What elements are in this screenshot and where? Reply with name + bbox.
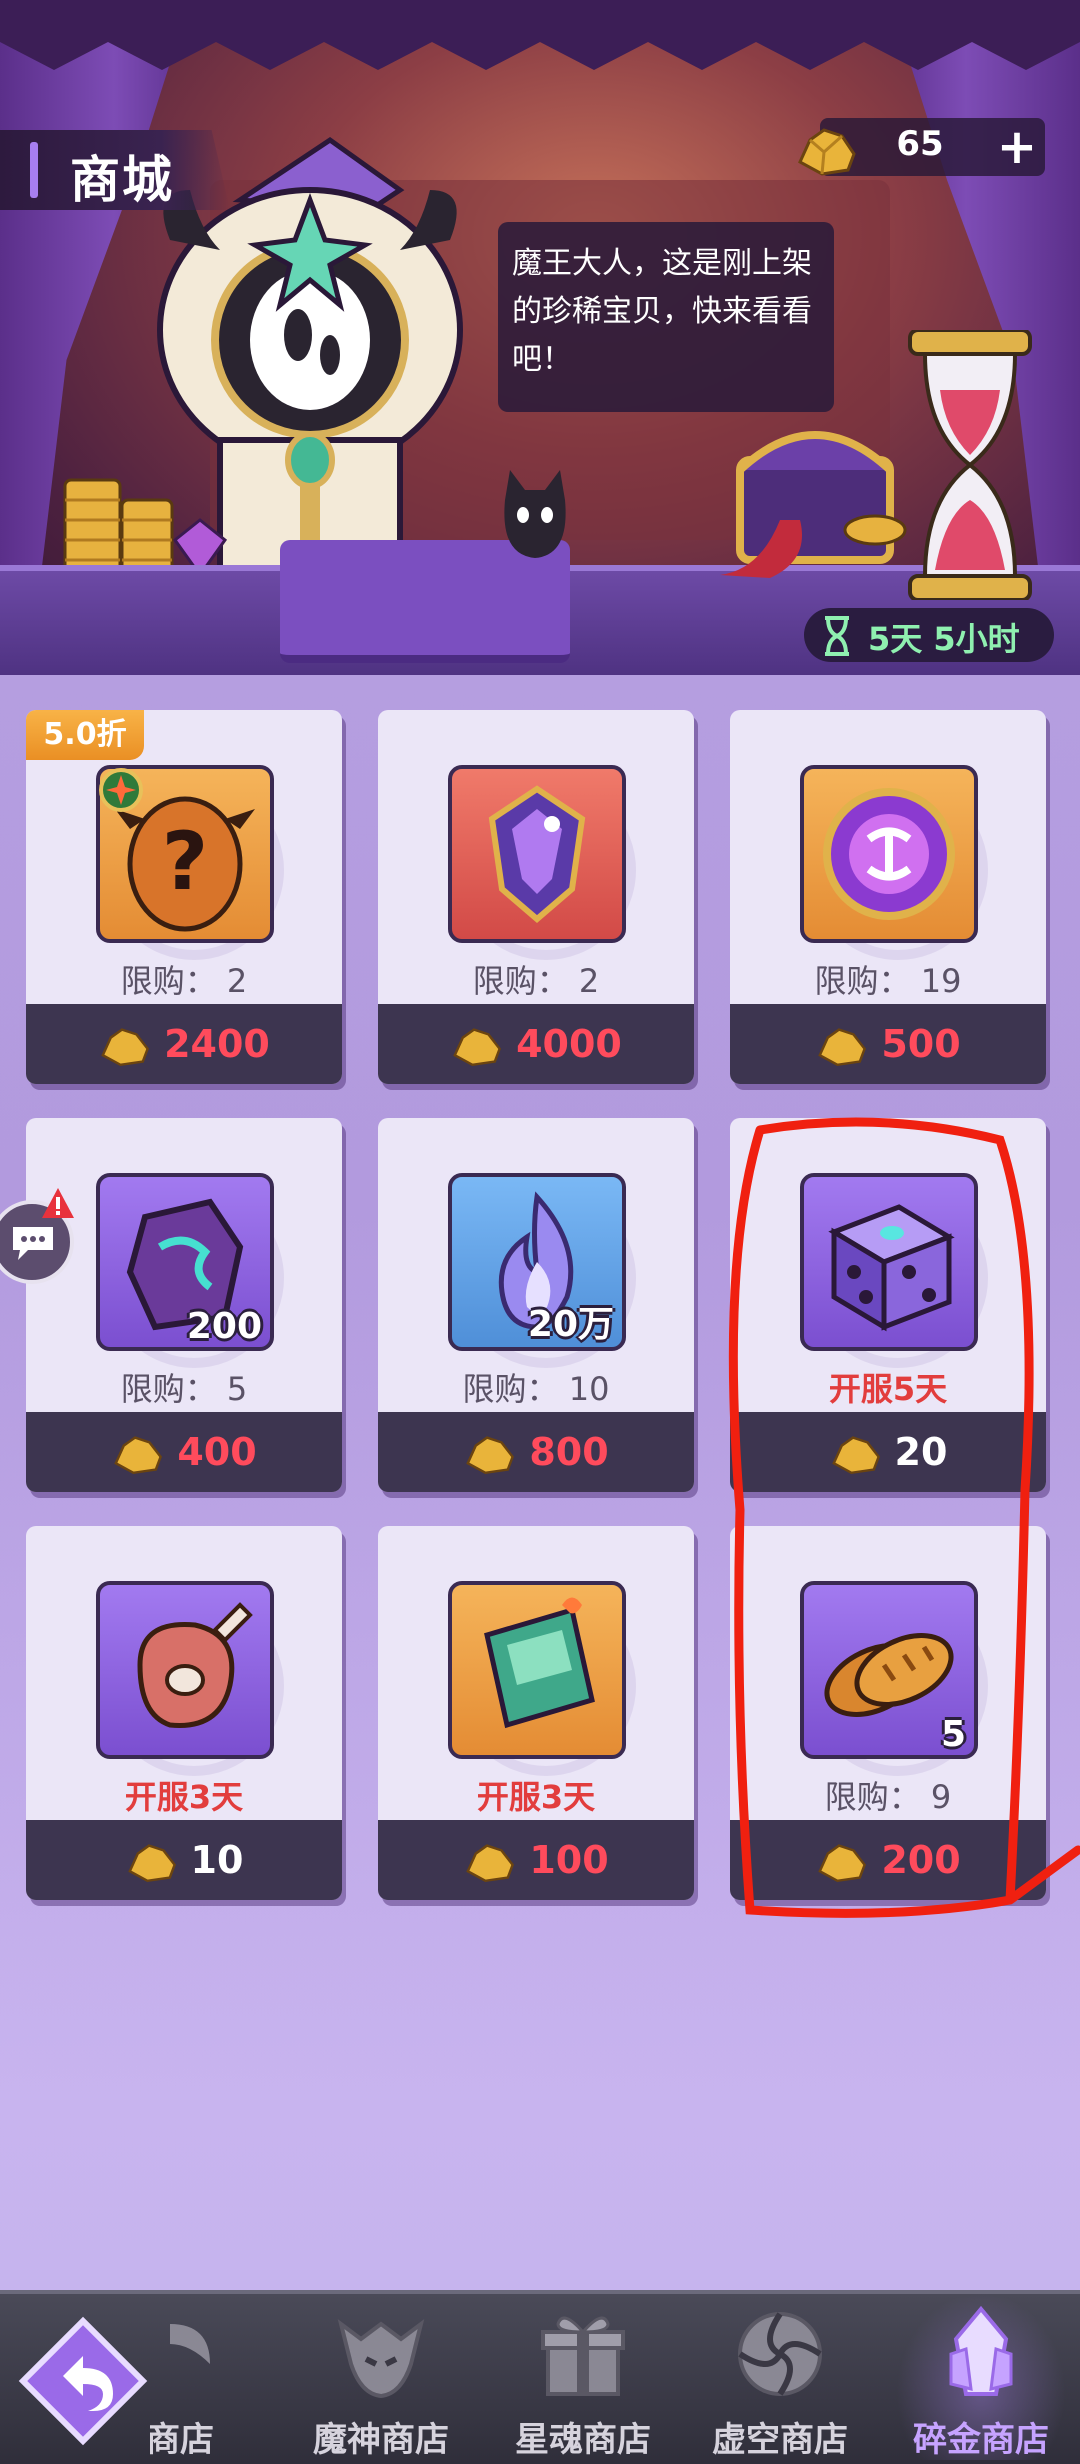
item-price: 500	[881, 1022, 961, 1066]
nav-tab-store[interactable]: 商店	[150, 2292, 260, 2460]
item-frame	[800, 765, 978, 943]
item-price: 800	[529, 1430, 609, 1474]
price-bar[interactable]: 4000	[378, 1004, 694, 1084]
price-bar[interactable]: 10	[26, 1820, 342, 1900]
item-quantity: 200	[186, 1306, 262, 1347]
store-icon	[170, 2324, 210, 2364]
purchase-limit: 限购： 5	[120, 1370, 248, 1408]
gold-ore-icon	[453, 1028, 502, 1067]
shop-item-card[interactable]: 开服3天 10	[26, 1526, 342, 1900]
nav-label: 魔神商店	[313, 2420, 449, 2460]
speech-line-2: 的珍稀宝贝，快来看看	[512, 294, 812, 329]
ticket-icon	[484, 1597, 595, 1729]
treasure-chest-illustration	[720, 431, 907, 578]
timer-text: 5天 5小时	[868, 620, 1020, 658]
item-price: 10	[190, 1838, 244, 1882]
shop-banner: 商城 65 + 魔王大人，这是刚上架 的珍稀宝贝，快来看看 吧！ 5天 5小时	[0, 0, 1080, 675]
vortex-icon	[738, 2312, 822, 2396]
gold-ore-icon	[101, 1028, 150, 1067]
shop-item-card[interactable]: 200 限购： 5 400	[26, 1118, 342, 1492]
item-price: 2400	[164, 1022, 270, 1066]
gold-ore-icon	[818, 1028, 867, 1067]
currency-amount: 65	[896, 124, 944, 164]
shop-item-card[interactable]: 限购： 19 500	[730, 710, 1046, 1084]
discount-badge: 5.0折	[26, 710, 144, 760]
crystal-amulet-icon	[488, 785, 586, 923]
element-badge-icon	[99, 768, 143, 812]
item-frame	[448, 765, 626, 943]
nav-label: 虚空商店	[712, 2420, 848, 2460]
purchase-limit: 限购： 2	[120, 962, 248, 1000]
gold-ore-icon	[798, 128, 856, 176]
demon-head-icon	[337, 2319, 425, 2399]
gold-ore-icon	[127, 1844, 176, 1883]
shop-item-card[interactable]: 开服3天 100	[378, 1526, 694, 1900]
back-button[interactable]	[18, 2316, 148, 2446]
add-currency-button[interactable]: +	[990, 120, 1044, 174]
nav-tab-gold-shard-store[interactable]: 碎金商店	[896, 2292, 1066, 2460]
page-title: 商城	[70, 151, 174, 209]
speech-line-1: 魔王大人，这是刚上架	[512, 246, 812, 281]
purchase-limit: 限购： 19	[814, 962, 962, 1000]
item-price: 400	[177, 1430, 257, 1474]
nav-tab-star-soul-store[interactable]: 星魂商店	[498, 2292, 668, 2460]
item-price: 4000	[516, 1022, 622, 1066]
item-quantity: 20万	[527, 1304, 614, 1345]
chat-bubble-icon	[13, 1227, 53, 1260]
nav-tab-demon-store[interactable]: 魔神商店	[296, 2292, 466, 2460]
price-bar[interactable]: 500	[730, 1004, 1046, 1084]
price-bar[interactable]: 100	[378, 1820, 694, 1900]
hourglass-icon	[825, 616, 849, 656]
black-cat-illustration	[504, 470, 566, 558]
price-bar[interactable]: 2400	[26, 1004, 342, 1084]
price-bar[interactable]: 400	[26, 1412, 342, 1492]
nav-label: 商店	[150, 2420, 214, 2460]
crystal-shard-icon	[949, 2305, 1013, 2396]
gold-coin-stacks	[63, 478, 228, 578]
gold-ore-icon	[466, 1844, 515, 1883]
gold-ore-icon	[114, 1436, 163, 1475]
curtain-valance	[0, 0, 1080, 70]
item-frame: 20万	[448, 1173, 626, 1351]
item-price: 100	[529, 1838, 609, 1882]
item-frame	[448, 1581, 626, 1759]
svg-text:?: ?	[162, 815, 208, 908]
red-highlight-annotation	[728, 1117, 1080, 1918]
gold-ore-icon	[466, 1436, 515, 1475]
merchant-speech-bubble: 魔王大人，这是刚上架 的珍稀宝贝，快来看看 吧！	[498, 222, 834, 412]
shop-item-card[interactable]: 20万 限购： 10 800	[378, 1118, 694, 1492]
nav-label: 碎金商店	[913, 2420, 1049, 2460]
shop-item-card[interactable]: ? 5.0折 限购： 2 2400	[26, 710, 342, 1084]
nav-label: 星魂商店	[515, 2420, 651, 2460]
rune-coin-icon	[823, 788, 955, 920]
item-frame	[96, 1581, 274, 1759]
item-frame: 200	[96, 1173, 274, 1351]
gift-box-icon	[541, 2316, 625, 2396]
hourglass-illustration	[908, 330, 1032, 600]
purchase-limit: 限购： 10	[462, 1370, 610, 1408]
price-bar[interactable]: 800	[378, 1412, 694, 1492]
shop-title-accent	[30, 142, 38, 198]
shop-item-card[interactable]: 限购： 2 4000	[378, 710, 694, 1084]
speech-line-3: 吧！	[512, 342, 572, 377]
ham-icon	[137, 1602, 253, 1728]
server-open-condition: 开服3天	[476, 1778, 596, 1816]
server-open-condition: 开服3天	[124, 1778, 244, 1816]
nav-tab-void-store[interactable]: 虚空商店	[695, 2292, 865, 2460]
alert-icon	[42, 1188, 74, 1218]
purchase-limit: 限购： 2	[472, 962, 600, 1000]
